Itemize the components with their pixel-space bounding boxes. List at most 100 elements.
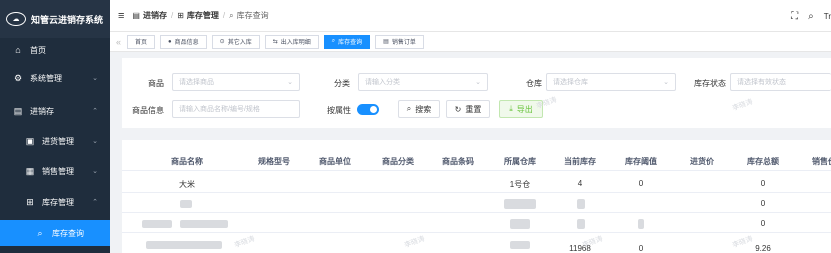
cell-total-amount: 0 [760,179,766,188]
app-root: ☁ 知管云进销存系统 ⌂ 首页 ⚙ 系统管理 ⌄ ▤ 进销存 ⌃ ▣ 进货管理 … [0,0,831,253]
by-attribute-toggle[interactable] [357,104,379,115]
cell-total-amount: 9.26 [755,244,771,253]
tag-label: 商品信息 [174,40,199,46]
warehouse-select[interactable]: 请选择仓库 ⌄ [546,73,676,91]
sidebar-item-label: 库存管理 [42,197,74,207]
chevron-up-icon: ⌃ [92,108,98,115]
column-header: 库存总额 [747,157,779,166]
download-icon: ⤓ [509,104,513,113]
column-header: 库存阈值 [625,157,657,166]
product-info-input[interactable]: 请输入商品名称/编号/规格 [172,100,300,118]
breadcrumb-separator: / [222,11,226,20]
target-icon: ⊙ [219,39,225,45]
sidebar-item-label: 进货管理 [42,136,74,146]
search-button-label: 搜索 [415,104,432,114]
search-icon[interactable]: ⌕ [808,11,814,22]
sidebar-item-stock[interactable]: ⊞ 库存管理 ⌃ [0,190,110,214]
redacted-text [638,219,644,229]
cell-threshold: 0 [638,179,644,188]
tag-stock-query[interactable]: ⌕ 库存查询 [323,34,371,49]
column-header: 商品名称 [171,157,203,166]
cell-total-amount: 0 [760,199,766,208]
redacted-text [180,200,192,208]
tags-view: « 首页 ● 商品信息 ⊙ 其它入库 ⇆ 出入库明细 ⌕ 库存查询 ▤ 销售订单 [110,32,831,52]
product-info-label: 商品信息 [132,106,164,115]
top-navbar: ≡ ▤ 进销存 / ⊞ 库存管理 / ⌕ 库存查询 ⛶ ⌕ Tr [110,0,831,32]
chevron-down-icon: ⌄ [92,138,98,145]
search-form: 商品 请选择商品 ⌄ 分类 请输入分类 ⌄ 仓库 请选择仓库 ⌄ 库存状态 请选… [122,58,831,128]
watermark: 李晓涛 [535,96,558,111]
cell-total-amount: 0 [760,219,766,228]
tag-io-detail[interactable]: ⇆ 出入库明细 [264,34,319,49]
refresh-icon: ↻ [454,104,462,114]
breadcrumb-separator: / [170,11,174,20]
chevron-down-icon: ⌄ [92,75,98,82]
stock-status-placeholder: 请选择有效状态 [737,79,786,86]
category-placeholder: 请输入分类 [365,79,400,86]
search-icon: ⌕ [37,227,43,238]
breadcrumb-current: 库存查询 [236,11,269,20]
reset-button-label: 重置 [465,104,482,114]
product-select[interactable]: 请选择商品 ⌄ [172,73,300,91]
document-icon: ▤ [383,39,389,45]
search-button[interactable]: ⌕ 搜索 [398,100,440,118]
sidebar-item-sales[interactable]: ▦ 销售管理 ⌄ [0,159,110,183]
tag-label: 其它入库 [227,40,252,46]
fullscreen-icon[interactable]: ⛶ [791,11,798,22]
user-menu[interactable]: Tr [824,12,831,21]
column-header: 规格型号 [258,157,290,166]
warehouse-placeholder: 请选择仓库 [553,79,588,86]
hamburger-menu-icon[interactable]: ≡ [118,10,124,22]
column-header: 商品条码 [442,157,474,166]
redacted-text [142,220,172,228]
column-header: 商品分类 [382,157,414,166]
box-icon: ▤ [132,11,140,20]
dot-icon: ● [168,38,172,45]
sidebar-item-label: 库存查询 [52,228,84,238]
redacted-text [180,220,228,228]
sidebar-item-system[interactable]: ⚙ 系统管理 ⌄ [0,66,110,90]
tag-sales-order[interactable]: ▤ 销售订单 [375,34,424,49]
scroll-left-icon[interactable]: « [116,37,121,47]
table-row[interactable]: 0 [122,215,831,233]
header-divider [122,170,831,171]
stock-status-label: 库存状态 [694,79,726,88]
breadcrumb-item[interactable]: 进销存 [143,10,167,21]
swap-icon: ⇆ [272,39,278,45]
product-placeholder: 请选择商品 [179,79,214,86]
sidebar-item-label: 首页 [30,45,46,55]
chevron-down-icon: ⌄ [475,79,481,86]
stock-status-select[interactable]: 请选择有效状态 [730,73,831,91]
redacted-text [510,219,530,229]
watermark: 李晓涛 [731,98,754,113]
home-icon: ⌂ [15,45,21,55]
category-select[interactable]: 请输入分类 ⌄ [358,73,488,91]
category-label: 分类 [334,79,350,88]
reset-button[interactable]: ↻ 重置 [446,100,490,118]
chevron-up-icon: ⌃ [92,199,98,206]
by-attribute-label: 按属性 [327,106,351,115]
sidebar-item-purchase[interactable]: ▣ 进货管理 ⌄ [0,129,110,153]
table-row[interactable]: 大米 1号仓 4 0 0 [122,175,831,193]
app-title: 知管云进销存系统 [31,14,104,25]
cell-current-stock: 4 [577,179,583,188]
table-row[interactable]: 0 [122,195,831,213]
column-header: 商品单位 [319,157,351,166]
redacted-text [146,241,222,249]
tag-product-info[interactable]: ● 商品信息 [160,34,207,49]
search-icon: ⌕ [406,104,412,113]
sidebar-item-home[interactable]: ⌂ 首页 [0,38,110,62]
chevron-down-icon: ⌄ [663,79,669,86]
breadcrumb: ▤ 进销存 / ⊞ 库存管理 / ⌕ 库存查询 [132,10,268,21]
sidebar-item-label: 销售管理 [42,166,74,176]
tag-other-inbound[interactable]: ⊙ 其它入库 [211,34,260,49]
cell-product-name: 大米 [179,180,195,189]
tag-home[interactable]: 首页 [127,34,156,49]
breadcrumb-item[interactable]: 库存管理 [187,10,219,21]
document-icon: ▦ [25,165,35,176]
search-icon: ⌕ [229,10,234,20]
sidebar-item-inventory[interactable]: ▤ 进销存 ⌃ [0,99,110,123]
redacted-text [577,199,585,209]
table-row[interactable]: 11968 0 9.26 [122,235,831,253]
sidebar-item-stock-query[interactable]: ⌕ 库存查询 [0,220,110,246]
